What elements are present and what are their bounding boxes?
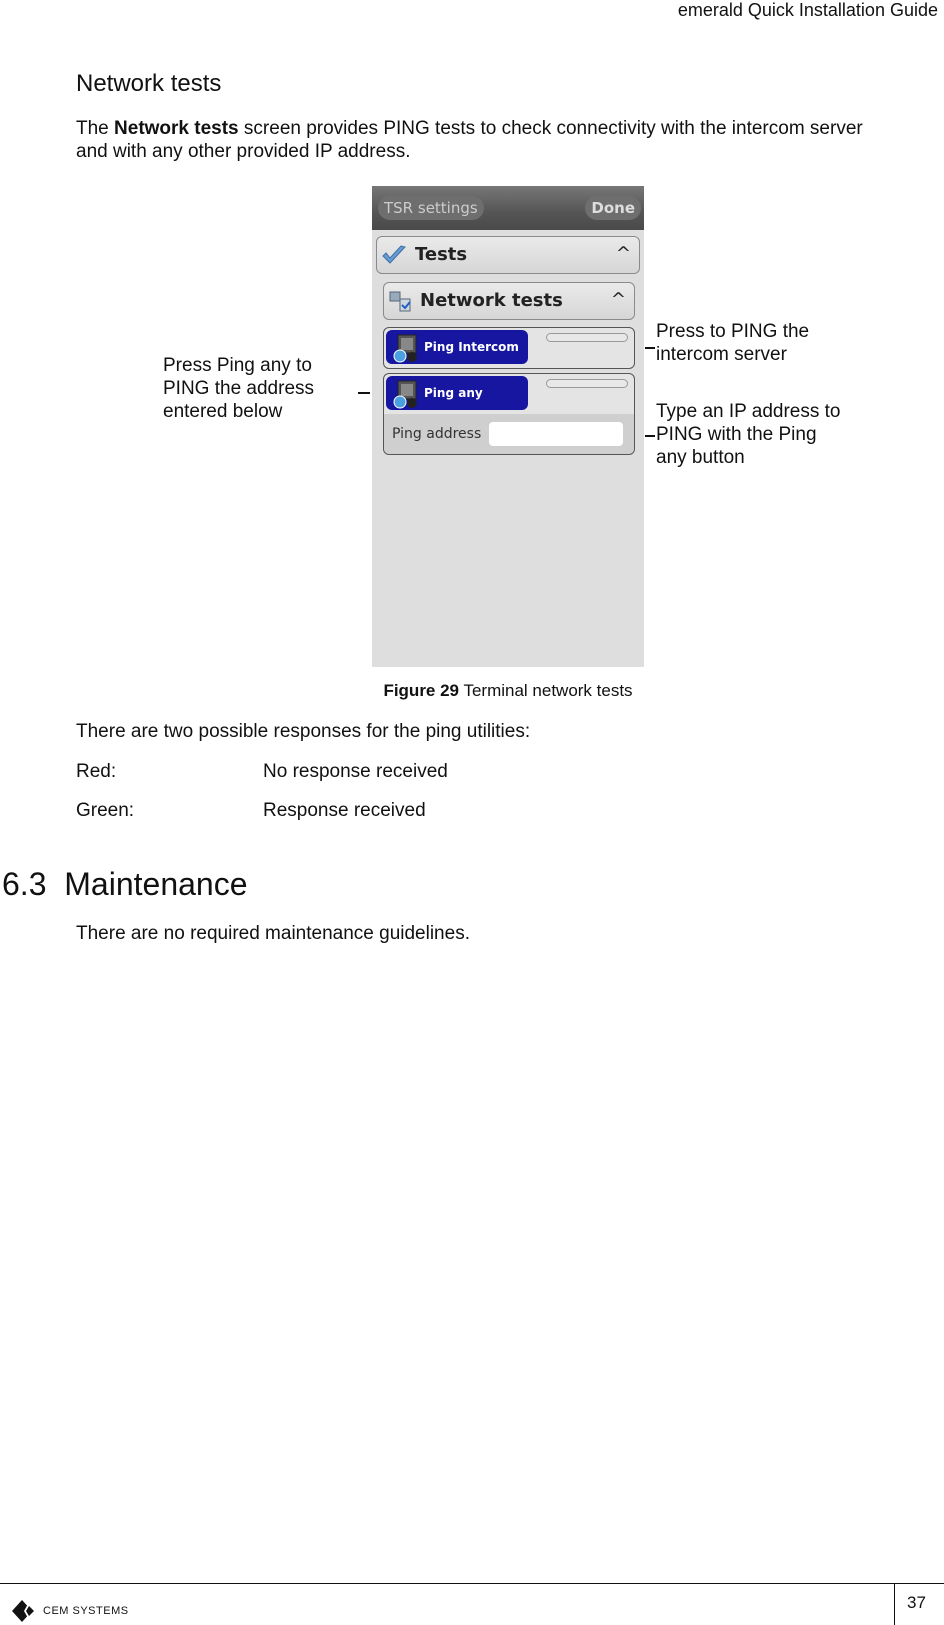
ping-intercom-button[interactable]: Ping Intercom <box>386 330 528 364</box>
ping-intercom-row: Ping Intercom <box>383 327 635 369</box>
checkmark-icon <box>382 245 406 264</box>
ping-address-input[interactable] <box>489 422 623 446</box>
terminal-screenshot: TSR settings Done Tests ^ Network tests … <box>372 186 644 667</box>
annotation-line: PING with the Ping <box>656 424 817 445</box>
annotation-line: Press to PING the <box>656 321 810 342</box>
figure-caption: Figure 29 Terminal network tests <box>0 681 944 701</box>
annotation-ping-any: Press Ping any to PING the address enter… <box>163 354 314 423</box>
ping-any-button[interactable]: Ping any <box>386 376 528 410</box>
response-red-key: Red: <box>76 761 117 782</box>
annotation-ping-address: Type an IP address to PING with the Ping… <box>656 400 841 469</box>
ping-address-row: Ping address <box>384 414 634 454</box>
intro-text: and with any other provided IP address. <box>76 141 411 162</box>
top-bar: TSR settings Done <box>372 186 644 230</box>
annotation-line: Type an IP address to <box>656 401 841 422</box>
computer-icon <box>393 334 417 363</box>
annotation-line: entered below <box>163 401 283 422</box>
response-green-value: Response received <box>263 800 426 821</box>
tsr-settings-button[interactable]: TSR settings <box>378 196 484 220</box>
intro-text: The <box>76 118 115 139</box>
annotation-line: any button <box>656 447 745 468</box>
intro-text: screen provides PING tests to check conn… <box>238 118 863 139</box>
footer-divider-vertical <box>894 1583 895 1625</box>
footer-divider <box>0 1583 944 1584</box>
annotation-line: PING the address <box>163 378 315 399</box>
figure-caption-text: Terminal network tests <box>459 681 633 700</box>
maintenance-text: There are no required maintenance guidel… <box>76 923 470 944</box>
intro-paragraph: The Network tests screen provides PING t… <box>76 117 936 163</box>
annotation-line: intercom server <box>656 344 787 365</box>
annotation-ping-intercom: Press to PING the intercom server <box>656 320 809 366</box>
network-icon <box>389 291 411 312</box>
annotation-line: Press Ping any to <box>163 355 312 376</box>
ping-intercom-status-indicator <box>546 333 628 342</box>
cem-systems-logo: CEM SYSTEMS <box>12 1600 129 1622</box>
document-header: emerald Quick Installation Guide <box>677 0 938 20</box>
section-heading: Network tests <box>76 70 222 97</box>
ping-address-label: Ping address <box>392 426 482 442</box>
brand-name: CEM SYSTEMS <box>43 1605 129 1617</box>
done-button[interactable]: Done <box>585 196 641 220</box>
figure-number: Figure 29 <box>383 681 460 700</box>
responses-intro: There are two possible responses for the… <box>76 721 531 742</box>
ping-any-status-indicator <box>546 379 628 388</box>
annotation-leader-line <box>645 347 655 349</box>
computer-icon <box>393 380 417 409</box>
annotation-leader-line <box>645 435 655 437</box>
response-green-key: Green: <box>76 800 135 821</box>
tests-label: Tests <box>415 244 468 265</box>
maintenance-heading: 6.3 Maintenance <box>2 866 248 903</box>
chevron-up-icon[interactable]: ^ <box>616 243 631 264</box>
maintenance-heading-text: 6.3 Maintenance <box>2 866 248 902</box>
intro-bold: Network tests <box>114 118 239 139</box>
tests-section[interactable]: Tests ^ <box>376 236 640 274</box>
annotation-leader-line <box>358 392 370 394</box>
chevron-up-icon[interactable]: ^ <box>611 289 626 310</box>
network-tests-section[interactable]: Network tests ^ <box>383 282 635 320</box>
response-red-value: No response received <box>263 761 448 782</box>
network-tests-label: Network tests <box>420 290 563 311</box>
ping-any-row: Ping any Ping address <box>383 373 635 455</box>
ping-any-label: Ping any <box>424 386 483 400</box>
diamond-logo-icon <box>12 1600 35 1622</box>
ping-intercom-label: Ping Intercom <box>424 340 519 354</box>
page-number: 37 <box>907 1593 926 1612</box>
